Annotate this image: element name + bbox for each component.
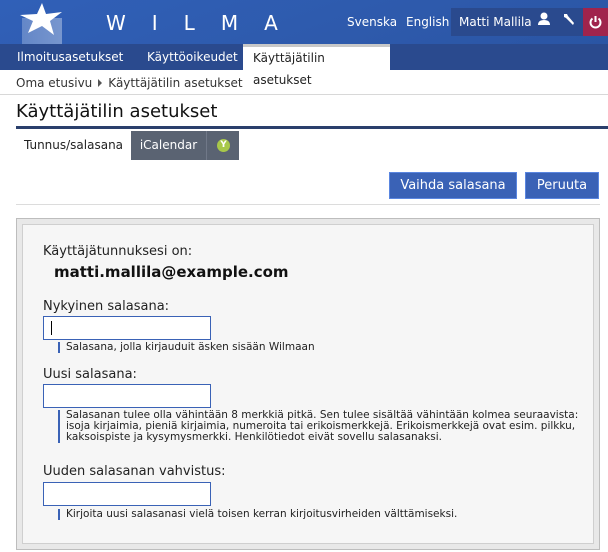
user-name[interactable]: Matti Mallila — [459, 15, 532, 29]
username-value: matti.mallila@example.com — [54, 263, 289, 281]
language-english[interactable]: English — [406, 15, 449, 29]
new-password-input[interactable] — [43, 384, 211, 408]
title-underline — [16, 126, 608, 129]
username-label: Käyttäjätunnuksesi on: — [43, 244, 193, 259]
current-password-label: Nykyinen salasana: — [43, 299, 170, 314]
star-logo-icon[interactable] — [18, 3, 64, 37]
confirm-password-label: Uuden salasanan vahvistus: — [43, 464, 226, 479]
language-svenska[interactable]: Svenska — [347, 15, 397, 29]
main-nav: Ilmoitusasetukset Käyttöoikeudet Käyttäj… — [0, 44, 608, 87]
current-password-hint: Salasana, jolla kirjauduit äsken sisään … — [58, 342, 588, 353]
current-password-input[interactable] — [43, 316, 211, 340]
breadcrumb-separator-icon — [98, 79, 103, 87]
subtab-icalendar[interactable]: iCalendar — [131, 131, 206, 160]
breadcrumb-home[interactable]: Oma etusivu — [16, 76, 92, 90]
nav-tab-kayttooikeudet[interactable]: Käyttöoikeudet — [139, 44, 246, 70]
yammer-icon: Y — [217, 139, 230, 152]
confirm-password-input[interactable] — [43, 482, 211, 506]
power-icon — [589, 16, 602, 29]
divider — [16, 204, 600, 205]
subtab-tunnus-salasana[interactable]: Tunnus/salasana — [16, 131, 131, 160]
divider — [0, 94, 608, 95]
nav-tab-ilmoitusasetukset[interactable]: Ilmoitusasetukset — [17, 44, 123, 70]
cancel-button[interactable]: Peruuta — [525, 172, 599, 199]
change-password-button[interactable]: Vaihda salasana — [389, 172, 517, 199]
subtab-yammer[interactable]: Y — [206, 131, 239, 160]
brand-name: WILMA — [106, 11, 304, 35]
new-password-label: Uusi salasana: — [43, 367, 137, 382]
wrench-icon[interactable] — [562, 12, 576, 26]
page-title: Käyttäjätilin asetukset — [16, 101, 218, 122]
breadcrumb: Oma etusivu Käyttäjätilin asetukset — [16, 76, 243, 90]
new-password-hint: Salasanan tulee olla vähintään 8 merkkiä… — [58, 410, 588, 443]
nav-tab-kayttajatilin-asetukset[interactable]: Käyttäjätilin asetukset — [243, 44, 390, 87]
user-icon[interactable] — [537, 12, 551, 26]
confirm-password-hint: Kirjoita uusi salasanasi vielä toisen ke… — [58, 509, 588, 520]
breadcrumb-current[interactable]: Käyttäjätilin asetukset — [108, 76, 242, 90]
logout-button[interactable] — [583, 8, 608, 36]
